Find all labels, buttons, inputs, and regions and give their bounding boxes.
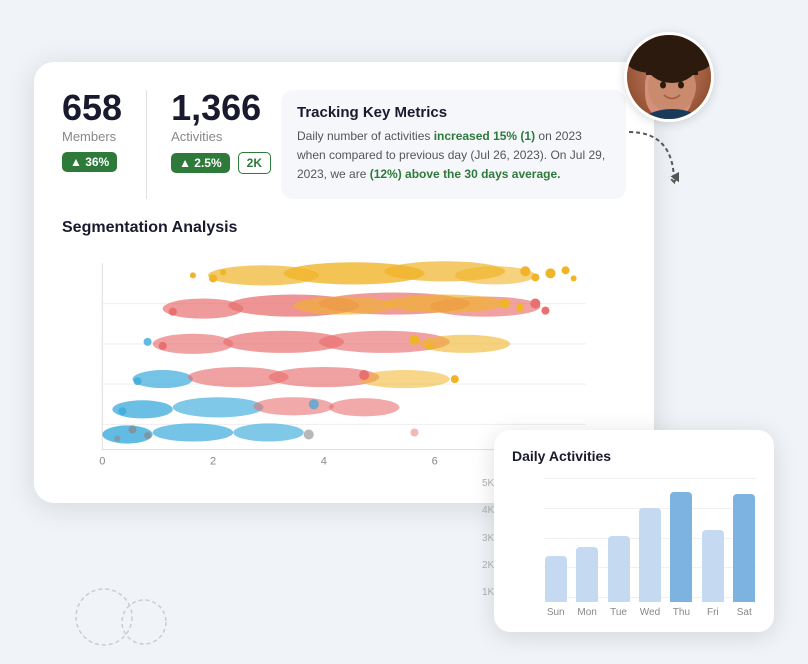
y-axis-labels: 5K 4K 3K 2K 1K xyxy=(482,478,494,598)
y-label-5k: 5K xyxy=(482,478,494,489)
bar-group-sun: Sun xyxy=(544,556,567,618)
svg-text:6: 6 xyxy=(432,455,438,467)
metric-divider xyxy=(146,90,147,199)
tracking-box: Tracking Key Metrics Daily number of act… xyxy=(281,90,626,199)
tracking-title: Tracking Key Metrics xyxy=(297,104,610,121)
y-label-2k: 2K xyxy=(482,560,494,571)
bar-chart: Sun Mon Tue Wed Thu Fri Sat xyxy=(544,478,756,618)
activities-metric: 1,366 Activities ▲ 2.5% 2K xyxy=(171,90,271,174)
y-label-4k: 4K xyxy=(482,505,494,516)
members-badge: ▲ 36% xyxy=(62,152,117,172)
activities-badge1: ▲ 2.5% xyxy=(171,153,230,173)
tracking-text: Daily number of activities increased 15%… xyxy=(297,127,610,185)
bar-thu xyxy=(670,492,692,602)
segmentation-title: Segmentation Analysis xyxy=(62,219,626,237)
bar-group-mon: Mon xyxy=(575,547,598,618)
bar-label-mon: Mon xyxy=(577,607,596,618)
bar-label-wed: Wed xyxy=(640,607,660,618)
bar-fri xyxy=(702,530,724,602)
tracking-text-before1: Daily number of activities xyxy=(297,129,434,143)
bar-label-tue: Tue xyxy=(610,607,627,618)
svg-text:2: 2 xyxy=(210,455,216,467)
bar-group-tue: Tue xyxy=(607,536,630,618)
bar-label-thu: Thu xyxy=(673,607,690,618)
avatar xyxy=(624,32,714,122)
bar-label-sat: Sat xyxy=(737,607,752,618)
tracking-highlight2: (12%) above the 30 days average. xyxy=(370,167,561,181)
bar-chart-wrap: 5K 4K 3K 2K 1K SunMonTueWedThuFriSat xyxy=(512,478,756,618)
arrow-decoration xyxy=(619,122,679,207)
daily-activities-title: Daily Activities xyxy=(512,448,756,464)
bar-label-sun: Sun xyxy=(547,607,565,618)
activities-badge2: 2K xyxy=(238,152,271,174)
bar-sat xyxy=(733,494,755,602)
bar-group-wed: Wed xyxy=(638,508,661,618)
metrics-row: 658 Members ▲ 36% 1,366 Activities ▲ 2.5… xyxy=(62,90,626,199)
tracking-highlight1: increased 15% (1) xyxy=(434,129,535,143)
bar-group-thu: Thu xyxy=(670,492,693,618)
bar-group-fri: Fri xyxy=(701,530,724,618)
svg-text:4: 4 xyxy=(321,455,327,467)
activities-label: Activities xyxy=(171,129,271,144)
bar-group-sat: Sat xyxy=(733,494,756,618)
y-label-1k: 1K xyxy=(482,587,494,598)
members-label: Members xyxy=(62,129,122,144)
members-metric: 658 Members ▲ 36% xyxy=(62,90,122,172)
daily-activities-card: Daily Activities 5K 4K 3K 2K 1K SunMonTu… xyxy=(494,430,774,632)
activities-badges: ▲ 2.5% 2K xyxy=(171,152,271,174)
svg-text:0: 0 xyxy=(99,455,105,467)
bar-label-fri: Fri xyxy=(707,607,719,618)
bar-wed xyxy=(639,508,661,602)
y-label-3k: 3K xyxy=(482,533,494,544)
bar-tue xyxy=(608,536,630,602)
activities-value: 1,366 xyxy=(171,90,271,126)
bar-sun xyxy=(545,556,567,602)
bar-mon xyxy=(576,547,598,602)
dashed-circles-decoration xyxy=(74,567,194,652)
members-value: 658 xyxy=(62,90,122,126)
